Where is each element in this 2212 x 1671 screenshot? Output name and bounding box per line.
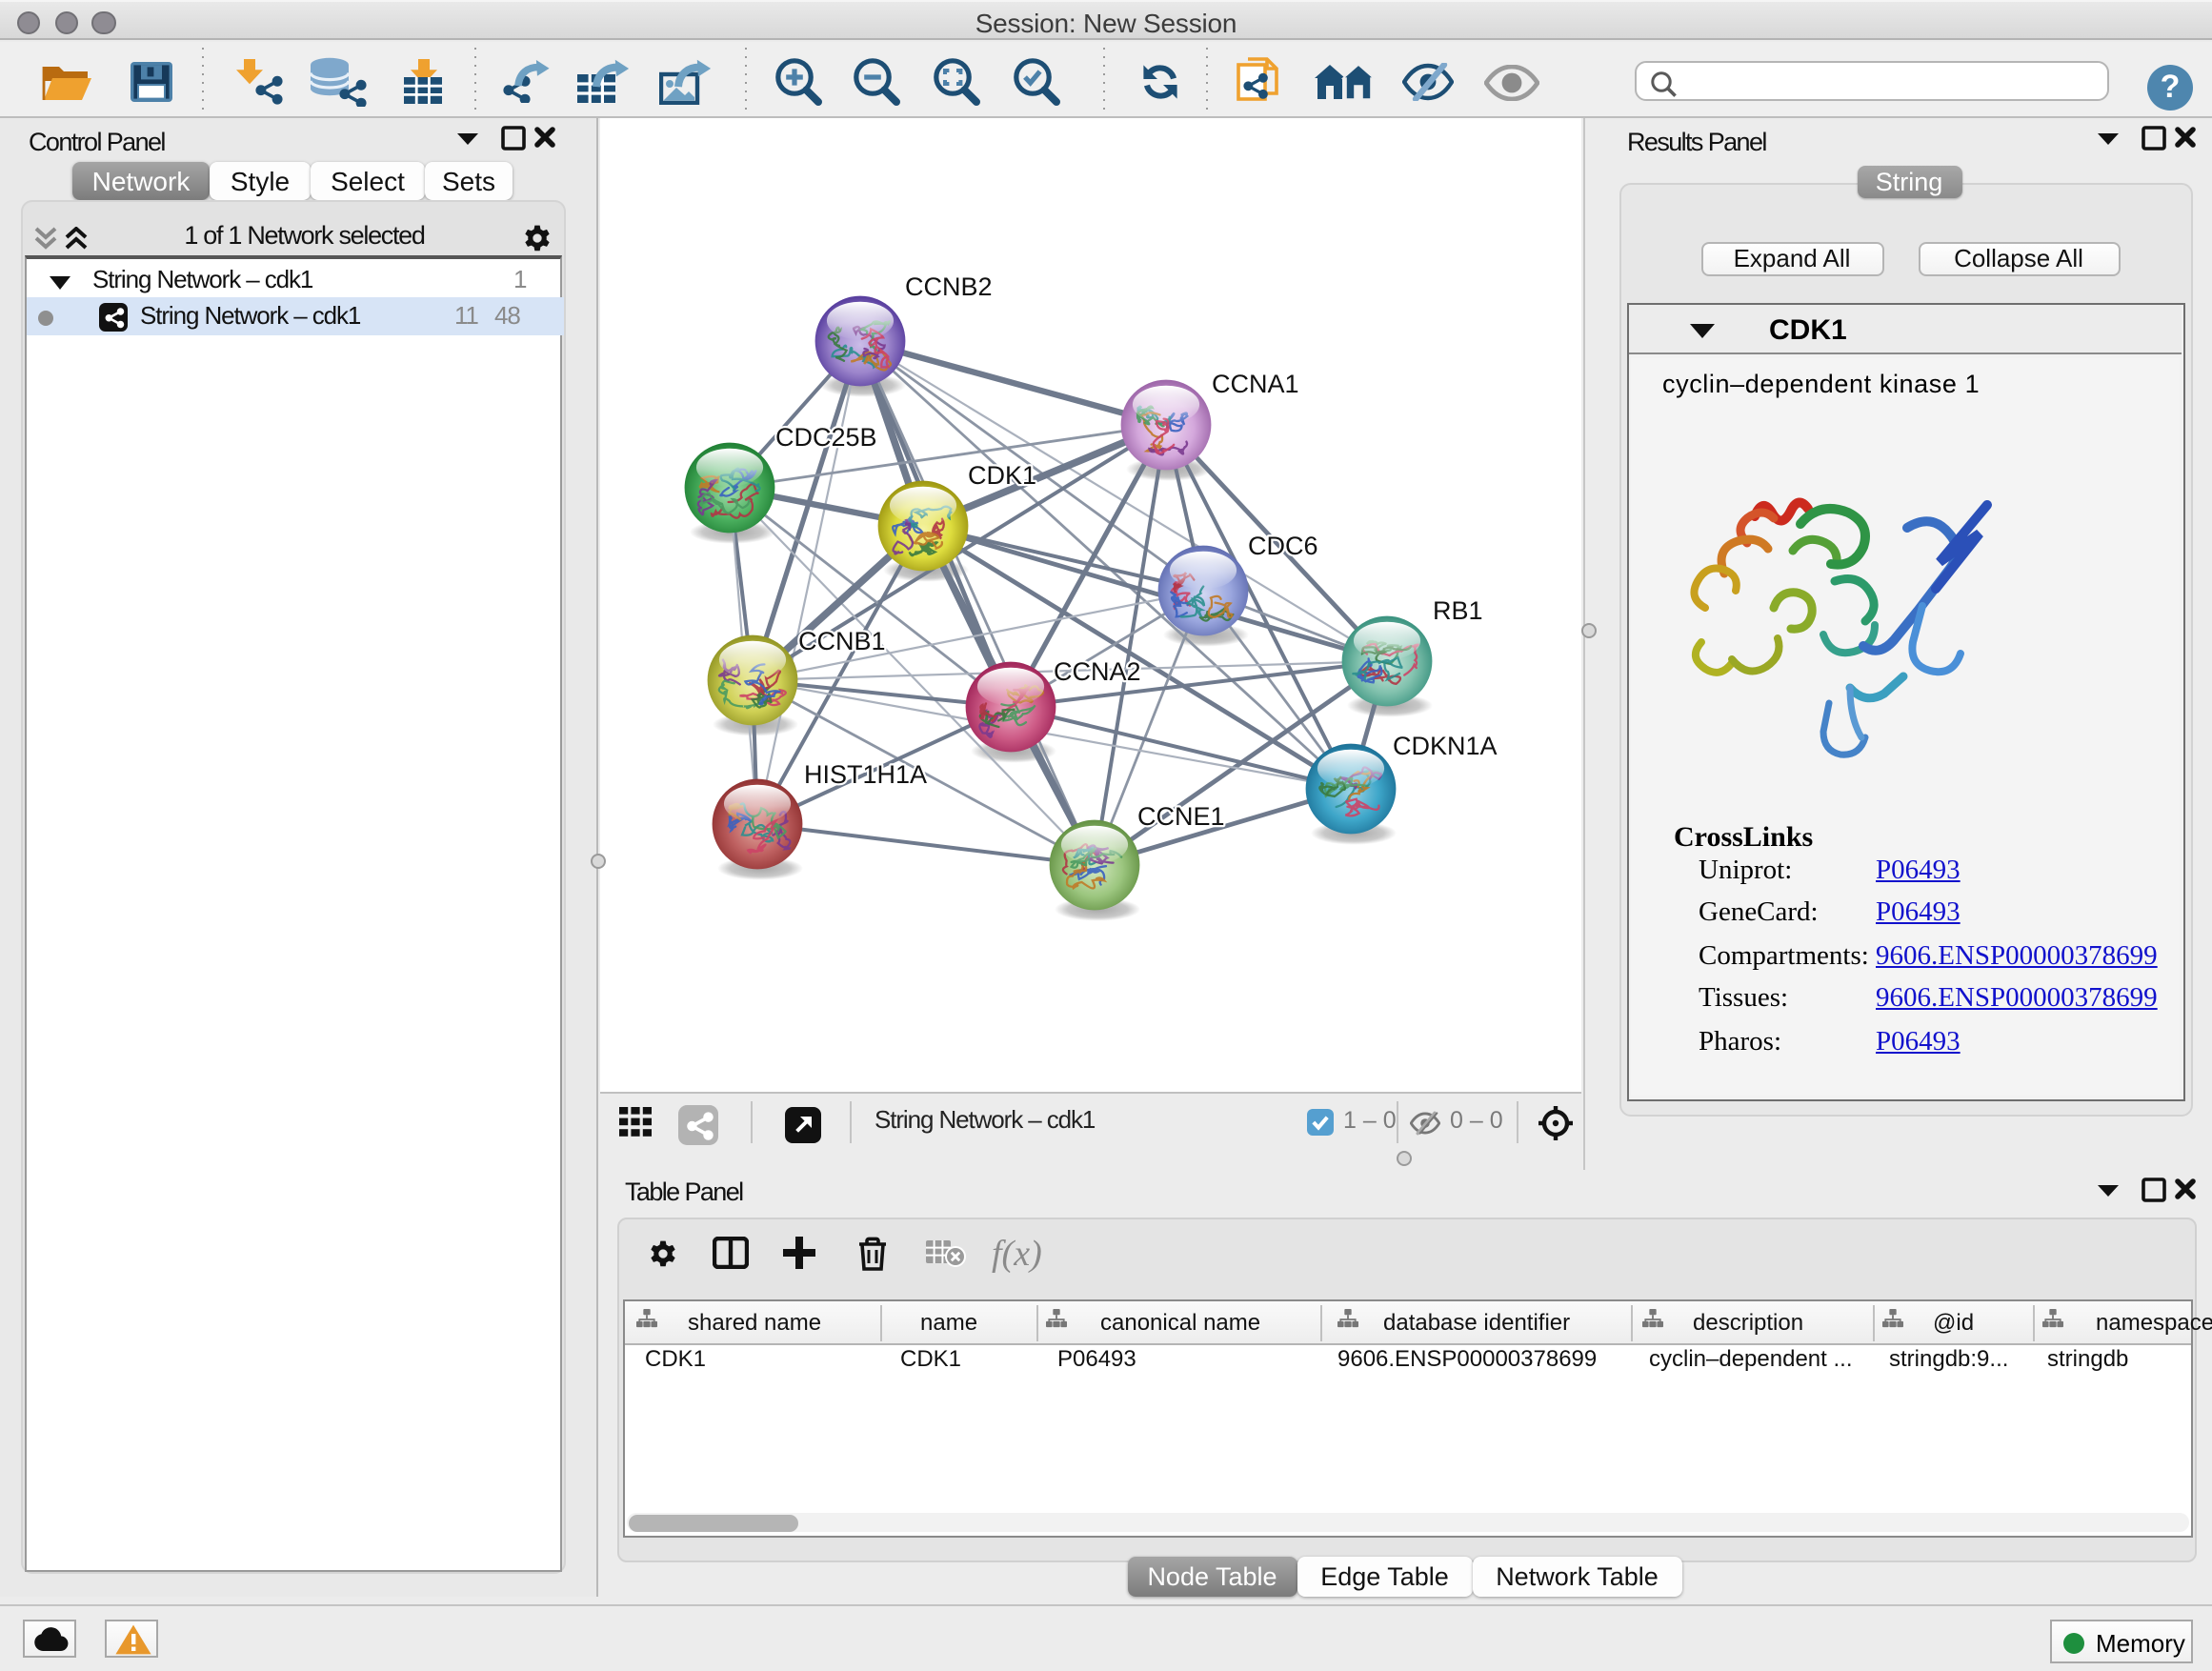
svg-text:CDKN1A: CDKN1A xyxy=(1393,732,1498,760)
svg-text:HIST1H1A: HIST1H1A xyxy=(804,760,927,789)
svg-text:CCNB1: CCNB1 xyxy=(798,627,886,655)
svg-text:CDC25B: CDC25B xyxy=(775,423,877,452)
svg-text:CCNE1: CCNE1 xyxy=(1137,802,1225,831)
svg-text:CDK1: CDK1 xyxy=(968,461,1036,490)
svg-text:CDC6: CDC6 xyxy=(1248,532,1318,560)
svg-text:CCNB2: CCNB2 xyxy=(905,272,993,301)
svg-text:RB1: RB1 xyxy=(1433,596,1483,625)
svg-text:CCNA1: CCNA1 xyxy=(1212,370,1299,398)
svg-text:CCNA2: CCNA2 xyxy=(1054,657,1141,686)
